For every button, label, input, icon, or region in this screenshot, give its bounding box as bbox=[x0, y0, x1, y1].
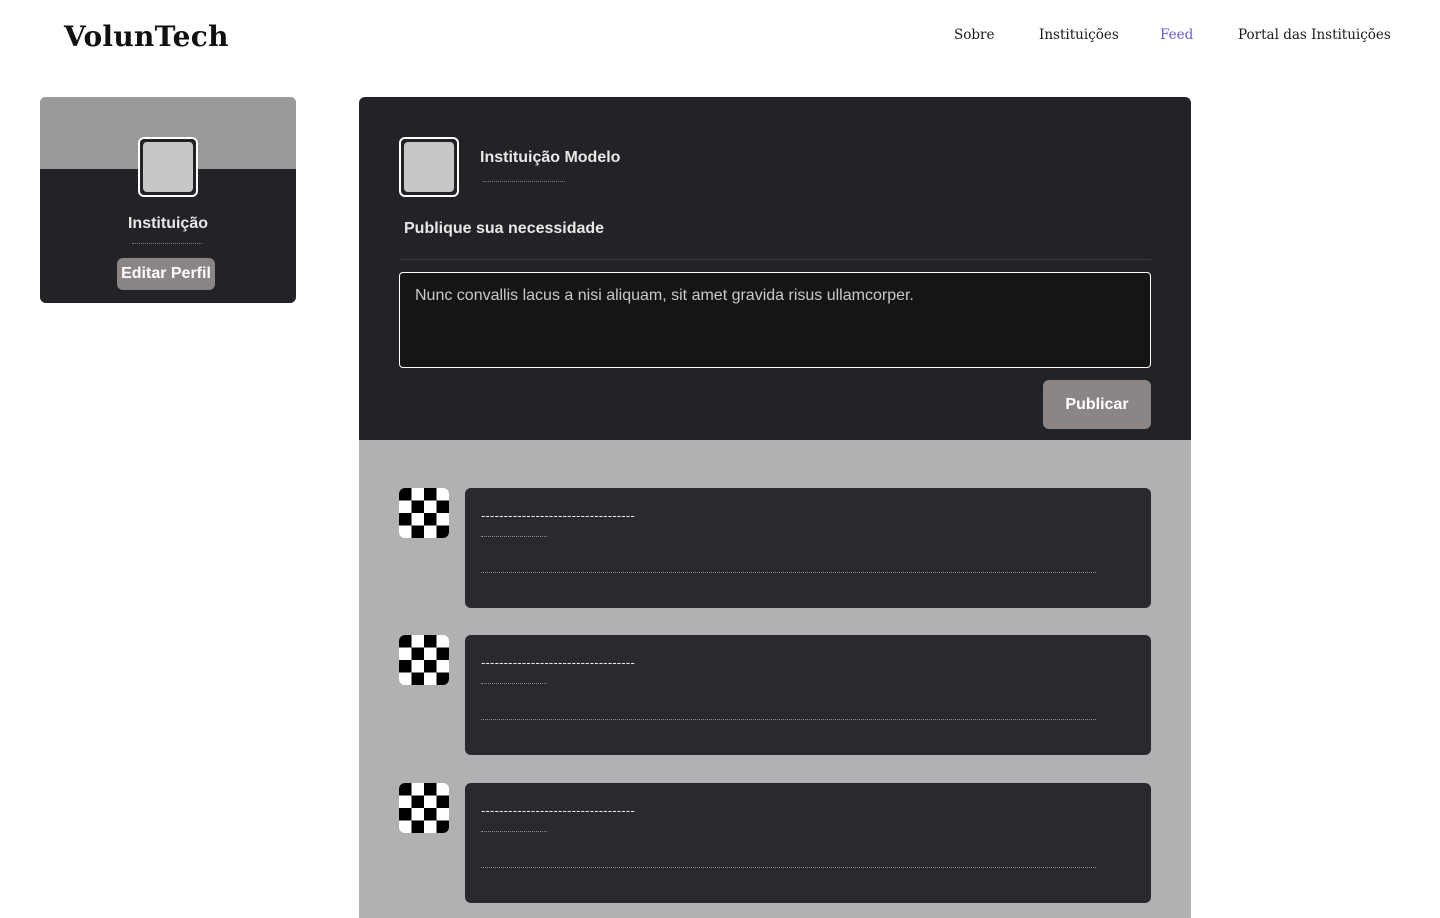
nav-link-sobre[interactable]: Sobre bbox=[954, 27, 994, 43]
profile-subtitle-placeholder bbox=[132, 243, 202, 244]
feed-post[interactable]: ---------------------------------- bbox=[399, 488, 1151, 608]
post-title: ---------------------------------- bbox=[481, 508, 635, 523]
composer-org-subtitle-placeholder bbox=[483, 181, 565, 182]
profile-avatar bbox=[138, 137, 198, 197]
post-card: ---------------------------------- bbox=[465, 488, 1151, 608]
composer-heading: Publique sua necessidade bbox=[404, 220, 605, 237]
feed-list: ---------------------------------- -----… bbox=[359, 440, 1191, 918]
post-card: ---------------------------------- bbox=[465, 635, 1151, 755]
post-body-placeholder bbox=[481, 572, 1096, 573]
publish-button[interactable]: Publicar bbox=[1043, 380, 1151, 429]
edit-profile-button[interactable]: Editar Perfil bbox=[117, 258, 215, 290]
nav-link-feed[interactable]: Feed bbox=[1160, 27, 1193, 43]
nav-link-portal[interactable]: Portal das Instituições bbox=[1238, 27, 1391, 43]
post-subtitle-placeholder bbox=[481, 831, 547, 832]
feed-post[interactable]: ---------------------------------- bbox=[399, 783, 1151, 903]
post-title: ---------------------------------- bbox=[481, 803, 635, 818]
post-body-placeholder bbox=[481, 867, 1096, 868]
post-avatar-placeholder-icon bbox=[399, 488, 449, 538]
post-body-placeholder bbox=[481, 719, 1096, 720]
profile-name: Instituição bbox=[127, 215, 208, 232]
feed-post[interactable]: ---------------------------------- bbox=[399, 635, 1151, 755]
post-avatar-placeholder-icon bbox=[399, 783, 449, 833]
post-subtitle-placeholder bbox=[481, 536, 547, 537]
post-subtitle-placeholder bbox=[481, 683, 547, 684]
profile-card: Instituição Editar Perfil bbox=[40, 97, 296, 303]
post-card: ---------------------------------- bbox=[465, 783, 1151, 903]
nav-link-instituicoes[interactable]: Instituições bbox=[1039, 27, 1119, 43]
top-nav: Sobre Instituições Feed Portal das Insti… bbox=[0, 27, 1440, 47]
post-textarea[interactable] bbox=[399, 272, 1151, 368]
post-composer: Instituição Modelo Publique sua necessid… bbox=[359, 97, 1191, 440]
post-avatar-placeholder-icon bbox=[399, 635, 449, 685]
composer-avatar bbox=[399, 137, 459, 197]
composer-org-name: Instituição Modelo bbox=[480, 149, 621, 166]
post-title: ---------------------------------- bbox=[481, 655, 635, 670]
composer-divider bbox=[399, 259, 1151, 260]
